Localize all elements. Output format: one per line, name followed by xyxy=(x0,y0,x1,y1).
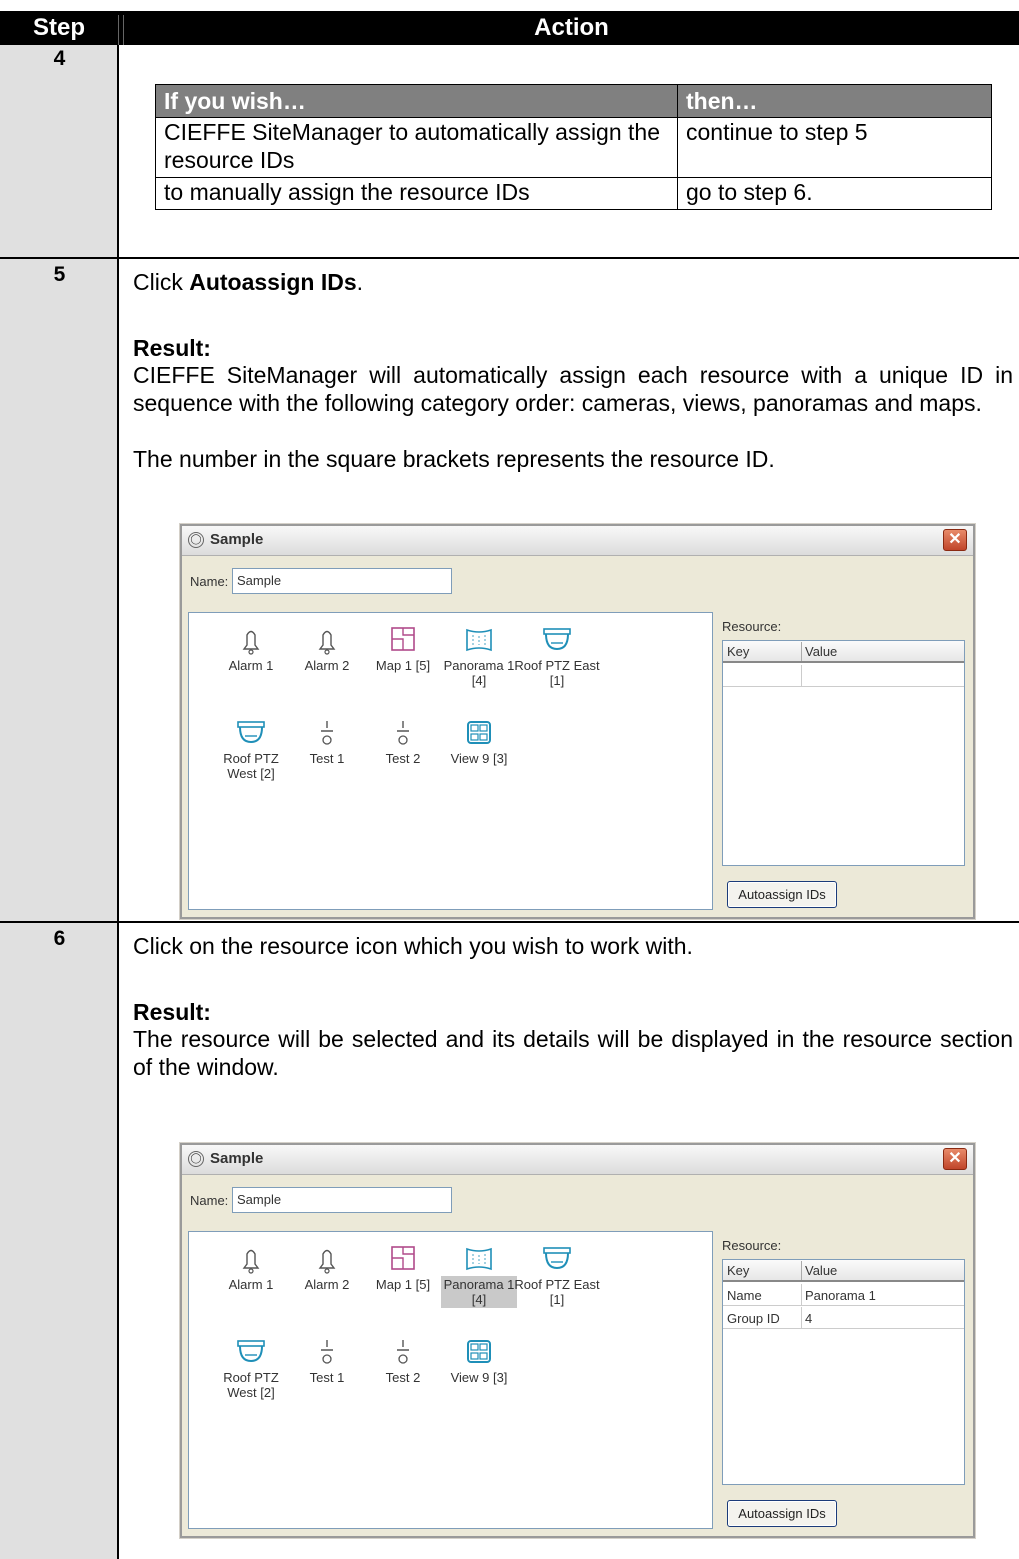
resource-label-text: Panorama 1 [4] xyxy=(443,658,515,688)
result-label: Result: xyxy=(133,999,211,1025)
name-input[interactable]: Sample xyxy=(232,568,452,594)
table-row xyxy=(723,665,964,687)
resource-label-text: View 9 [3] xyxy=(450,1370,508,1385)
view-grid-icon xyxy=(429,1335,529,1369)
step-instruction: Click on the resource icon which you wis… xyxy=(133,933,693,959)
resource-label-text: Test 1 xyxy=(309,751,345,766)
decision-cell-wish: to manually assign the resource IDs xyxy=(155,177,678,210)
resource-pane: Alarm 1 Alarm 2 Map 1 [5] Panorama 1 [4] Roo… xyxy=(188,612,713,910)
resource-label-text: Roof PTZ East [1] xyxy=(514,658,600,688)
decision-col-then: then… xyxy=(677,84,992,118)
resource-label: Resource: xyxy=(722,1238,782,1253)
sample-window: ◯ Sample ✕ Name: Sample Alarm 1 Alarm 2 Ma… xyxy=(180,524,975,919)
decision-col-wish: If you wish… xyxy=(155,84,678,118)
table-row: Group ID 4 xyxy=(723,1307,964,1329)
sample-window: ◯ Sample ✕ Name: Sample Alarm 1 Alarm 2 Ma… xyxy=(180,1143,975,1538)
resource-item[interactable]: Roof PTZ East [1] xyxy=(507,623,607,689)
step-number: 6 xyxy=(53,927,66,950)
window-app-icon: ◯ xyxy=(188,532,204,548)
resource-label-text: Test 2 xyxy=(385,1370,421,1385)
autoassign-ids-button[interactable]: Autoassign IDs xyxy=(727,881,837,908)
decision-cell-wish: CIEFFE SiteManager to automatically assi… xyxy=(155,117,678,178)
resource-table-header: Key Value xyxy=(723,1260,964,1282)
instruction-suffix: . xyxy=(356,269,364,295)
resource-label-text: Alarm 1 xyxy=(228,1277,274,1292)
resource-table: Key Value Name Panorama 1 Group ID 4 xyxy=(722,1259,965,1485)
resource-item[interactable]: Roof PTZ East [1] xyxy=(507,1242,607,1308)
detail-value: 4 xyxy=(805,1311,813,1326)
detail-key: Group ID xyxy=(727,1311,780,1326)
instruction-prefix: Click xyxy=(133,269,190,295)
resource-label-text: Map 1 [5] xyxy=(375,658,431,673)
resource-label: Resource: xyxy=(722,619,782,634)
window-titlebar: ◯ Sample ✕ xyxy=(182,526,973,556)
autoassign-reference: Autoassign IDs xyxy=(189,269,357,295)
resource-item[interactable]: View 9 [3] xyxy=(429,1335,529,1386)
row-divider xyxy=(0,921,1019,923)
close-icon[interactable]: ✕ xyxy=(943,529,967,551)
resource-label-text: Test 2 xyxy=(385,751,421,766)
name-label: Name: xyxy=(190,574,229,589)
result-text: CIEFFE SiteManager will automatically as… xyxy=(133,362,1013,416)
resource-table-header: Key Value xyxy=(723,641,964,663)
resource-label-text: Roof PTZ East [1] xyxy=(514,1277,600,1307)
resource-label-text: Alarm 2 xyxy=(304,1277,350,1292)
close-icon[interactable]: ✕ xyxy=(943,1148,967,1170)
result-label: Result: xyxy=(133,335,211,361)
resource-label-text: Test 1 xyxy=(309,1370,345,1385)
resource-item[interactable]: View 9 [3] xyxy=(429,716,529,767)
detail-key: Name xyxy=(727,1288,762,1303)
step-number: 5 xyxy=(53,263,66,286)
autoassign-ids-button[interactable]: Autoassign IDs xyxy=(727,1500,837,1527)
resource-label-text: Map 1 [5] xyxy=(375,1277,431,1292)
decision-cell-then: continue to step 5 xyxy=(677,117,992,178)
table-row: Name Panorama 1 xyxy=(723,1284,964,1306)
step-column-header: Step xyxy=(32,14,85,41)
decision-table: If you wish… then… CIEFFE SiteManager to… xyxy=(155,84,992,210)
resource-label-text: Roof PTZ West [2] xyxy=(223,751,279,781)
key-header: Key xyxy=(727,1263,750,1278)
decision-cell-then: go to step 6. xyxy=(677,177,992,210)
resource-table: Key Value xyxy=(722,640,965,866)
result-text: The resource will be selected and its de… xyxy=(133,1026,1013,1080)
window-app-icon: ◯ xyxy=(188,1151,204,1167)
resource-label-text: Alarm 1 xyxy=(228,658,274,673)
resource-label-text: Panorama 1 [4] xyxy=(440,1276,518,1308)
result-note: The number in the square brackets repres… xyxy=(133,446,775,472)
view-grid-icon xyxy=(429,716,529,750)
ptz-camera-icon xyxy=(507,1242,607,1276)
value-header: Value xyxy=(805,644,838,659)
resource-label-text: Alarm 2 xyxy=(304,658,350,673)
detail-value: Panorama 1 xyxy=(805,1288,876,1303)
step-number: 4 xyxy=(53,47,66,70)
action-column-header: Action xyxy=(534,14,609,41)
value-header: Value xyxy=(805,1263,838,1278)
name-input[interactable]: Sample xyxy=(232,1187,452,1213)
key-header: Key xyxy=(727,644,750,659)
name-label: Name: xyxy=(190,1193,229,1208)
row-divider xyxy=(0,257,1019,259)
resource-label-text: View 9 [3] xyxy=(450,751,508,766)
table-header: Step Action xyxy=(0,11,1019,45)
resource-label-text: Roof PTZ West [2] xyxy=(223,1370,279,1400)
window-title: Sample xyxy=(210,1150,264,1167)
resource-pane: Alarm 1 Alarm 2 Map 1 [5] Panorama 1 [4] Roo… xyxy=(188,1231,713,1529)
window-title: Sample xyxy=(210,531,264,548)
ptz-camera-icon xyxy=(507,623,607,657)
window-titlebar: ◯ Sample ✕ xyxy=(182,1145,973,1175)
step-instruction: Click Autoassign IDs. xyxy=(133,268,363,296)
